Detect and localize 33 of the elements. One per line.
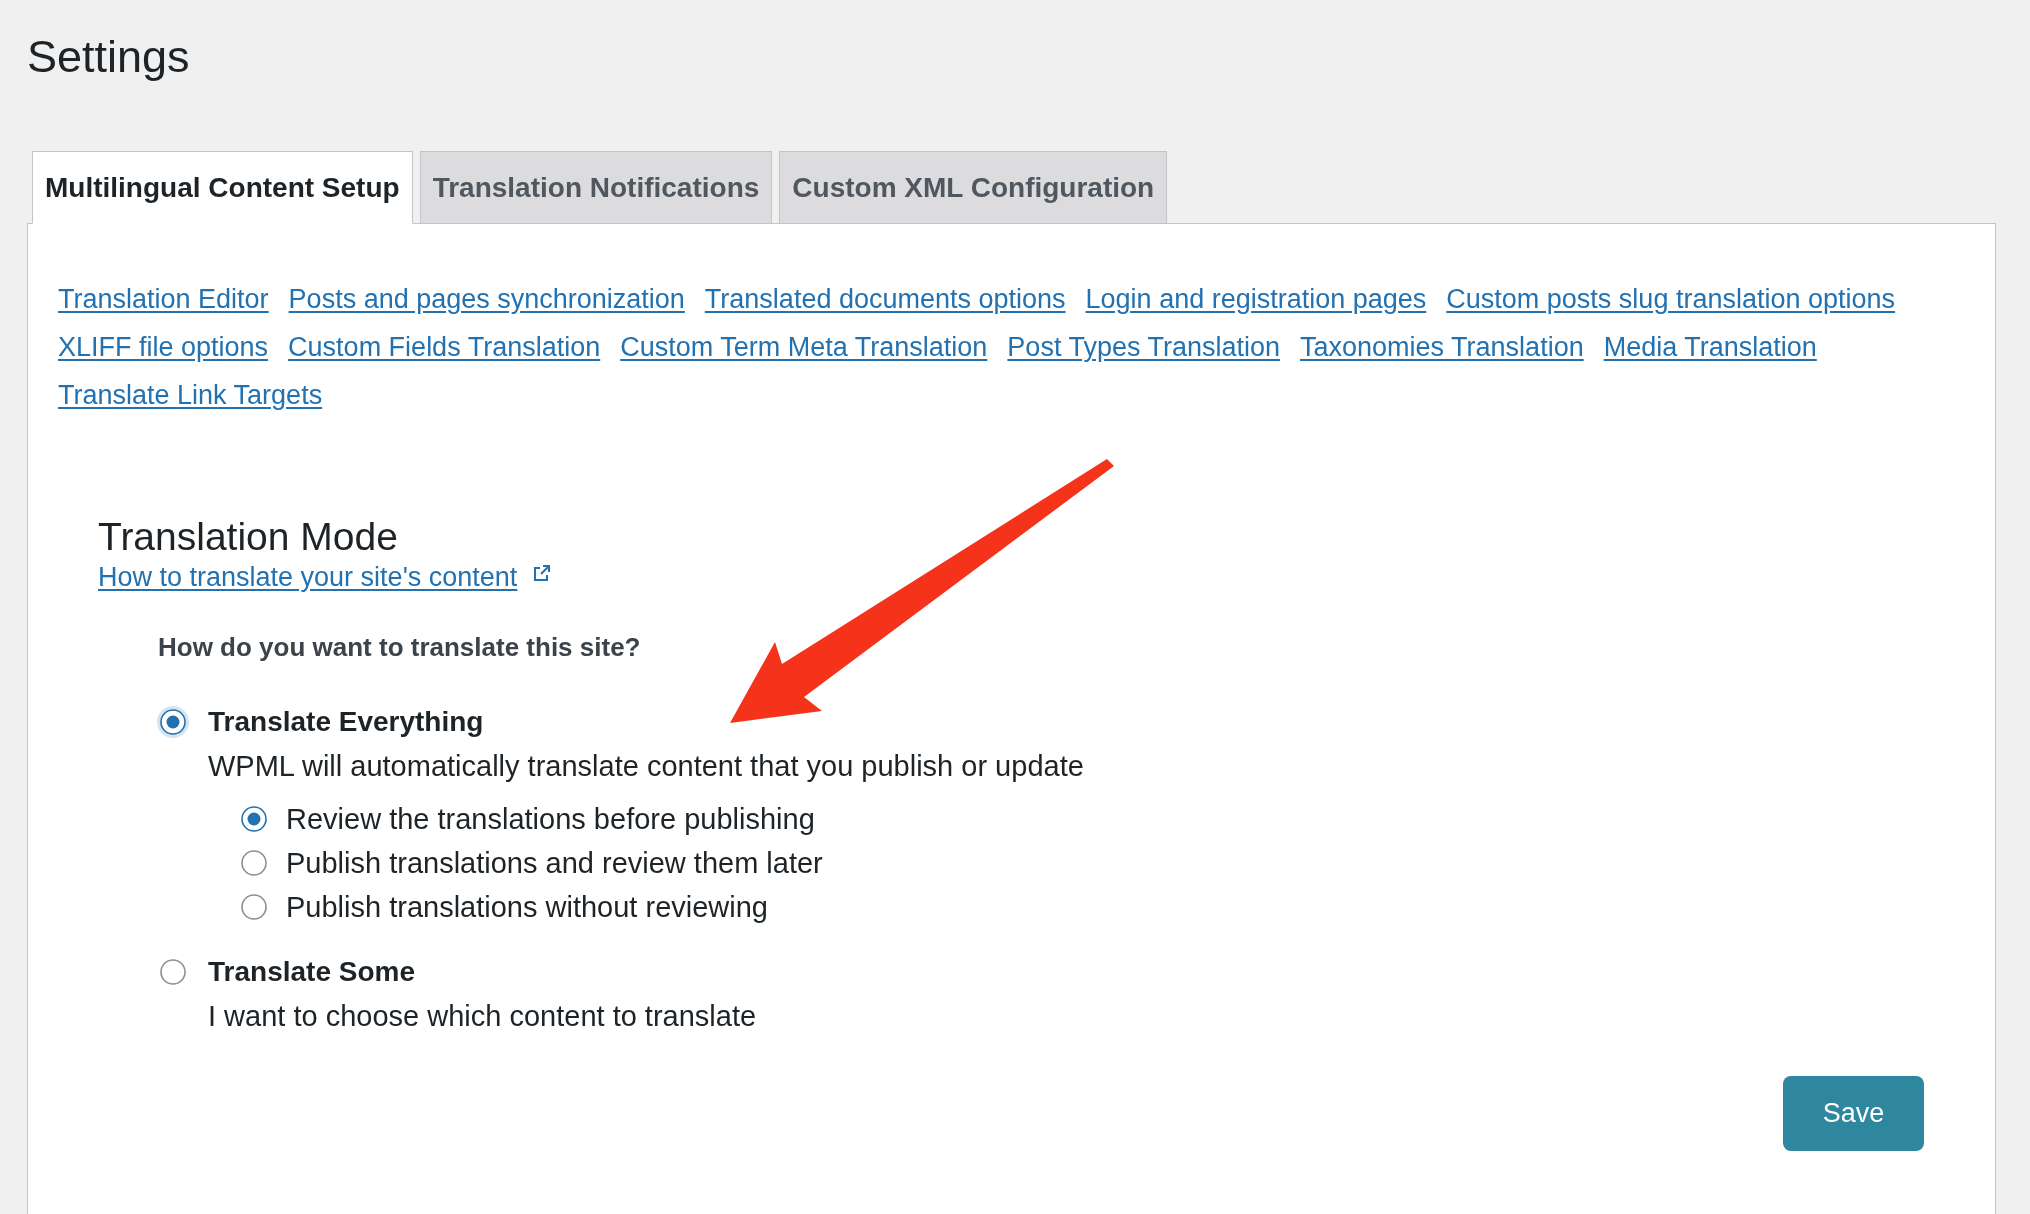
question-text: How do you want to translate this site? <box>158 631 641 664</box>
section-link[interactable]: Custom Term Meta Translation <box>620 323 988 371</box>
option-label[interactable]: Review the translations before publishing <box>286 802 815 836</box>
option-label[interactable]: Publish translations and review them later <box>286 846 823 880</box>
section-link[interactable]: Login and registration pages <box>1085 275 1427 323</box>
radio-button[interactable] <box>241 806 267 832</box>
tab[interactable]: Custom XML Configuration <box>779 151 1168 224</box>
page-title: Settings <box>27 30 190 83</box>
section-link[interactable]: Posts and pages synchronization <box>288 275 685 323</box>
radio-button[interactable] <box>160 959 186 985</box>
tab[interactable]: Translation Notifications <box>419 151 773 224</box>
section-link[interactable]: Taxonomies Translation <box>1300 323 1584 371</box>
section-link[interactable]: Custom Fields Translation <box>288 323 601 371</box>
option-description: WPML will automatically translate content that you publish or update <box>208 749 1084 784</box>
tab[interactable]: Multilingual Content Setup <box>32 151 413 224</box>
section-link[interactable]: Media Translation <box>1603 323 1817 371</box>
section-link[interactable]: Translation Editor <box>58 275 269 323</box>
help-link[interactable]: How to translate your site's content <box>98 560 518 594</box>
section-link[interactable]: Post Types Translation <box>1007 323 1280 371</box>
option-label[interactable]: Publish translations without reviewing <box>286 890 768 924</box>
radio-button[interactable] <box>241 850 267 876</box>
section-heading: Translation Mode <box>98 514 398 560</box>
option-label[interactable]: Translate Everything <box>208 706 484 738</box>
option-label[interactable]: Translate Some <box>208 956 415 988</box>
section-link[interactable]: XLIFF file options <box>58 323 269 371</box>
section-link[interactable]: Custom posts slug translation options <box>1446 275 1896 323</box>
radio-button[interactable] <box>157 706 189 738</box>
radio-button[interactable] <box>241 894 267 920</box>
section-link[interactable]: Translated documents options <box>704 275 1066 323</box>
external-link-icon <box>533 564 551 582</box>
save-button[interactable]: Save <box>1783 1076 1924 1151</box>
section-link[interactable]: Translate Link Targets <box>58 371 323 419</box>
option-description: I want to choose which content to translate <box>208 999 757 1034</box>
